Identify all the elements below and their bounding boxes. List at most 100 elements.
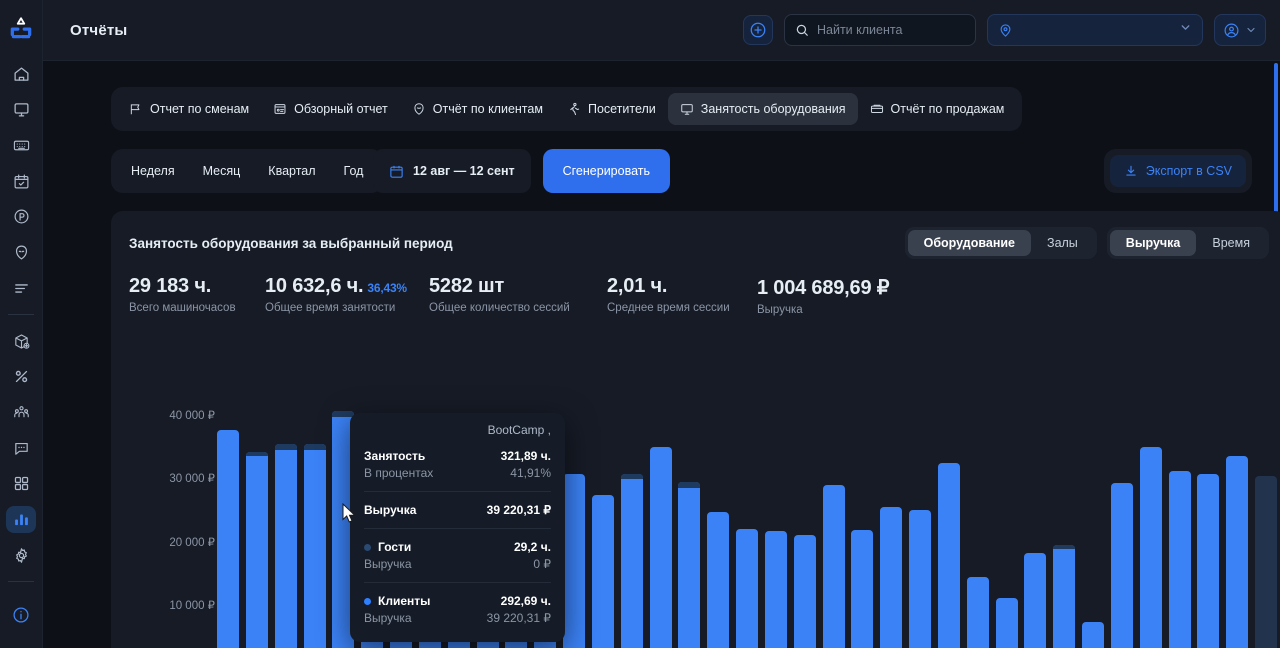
sidebar-item-discounts[interactable] — [6, 363, 36, 391]
chart-bar[interactable] — [765, 531, 787, 648]
kpi-label: Среднее время сессии — [607, 302, 730, 314]
tooltip-row-key-text: Клиенты — [378, 594, 431, 608]
tooltip-row-key: Клиенты — [364, 594, 430, 608]
chart-tooltip: , BootCamp Занятость 321,89 ч. В процентах… — [350, 413, 565, 642]
chart-bar-guest-segment — [246, 451, 268, 457]
chevron-down-icon — [1179, 21, 1192, 39]
tooltip-row: Гости 29,2 ч. — [364, 540, 551, 554]
export-csv-label: Экспорт в CSV — [1145, 164, 1232, 178]
chart-bar[interactable] — [967, 577, 989, 648]
chart-bar[interactable] — [563, 474, 585, 648]
chart-bar[interactable] — [707, 511, 729, 648]
y-tick-2: 20 000 ₽ — [169, 536, 215, 549]
tab-0[interactable]: Отчет по сменам — [117, 93, 261, 125]
sidebar-item-list[interactable] — [6, 275, 36, 303]
chart-bar[interactable] — [1024, 553, 1046, 648]
chart-bar[interactable] — [217, 429, 239, 648]
sidebar-item-keyboard[interactable] — [6, 132, 36, 160]
page-title: Отчёты — [70, 21, 128, 39]
chart-bar[interactable] — [1111, 483, 1133, 648]
add-button[interactable] — [743, 15, 773, 45]
kpi-1: 10 632,6 ч. 36,43% Общее время занятости — [265, 275, 429, 316]
overview-icon — [273, 102, 287, 116]
kpi-percent: 36,43% — [367, 281, 407, 295]
chart-bar[interactable] — [621, 474, 643, 648]
user-circle-icon — [1223, 22, 1240, 39]
kpi-3: 2,01 ч. Среднее время сессии — [607, 275, 757, 316]
kpi-label: Общее время занятости — [265, 302, 396, 314]
chart-bar[interactable] — [650, 446, 672, 648]
search-input[interactable] — [817, 23, 965, 37]
chart-bar[interactable] — [909, 509, 931, 648]
sidebar-item-monitor[interactable] — [6, 96, 36, 124]
tab-1[interactable]: Обзорный отчет — [261, 93, 400, 125]
chart-bar[interactable] — [304, 444, 326, 648]
sidebar-item-tournaments[interactable] — [6, 239, 36, 267]
toggle-tg1-0[interactable]: Оборудование — [907, 230, 1032, 256]
chart-bar[interactable] — [1226, 456, 1248, 648]
period-1[interactable]: Месяц — [189, 155, 255, 187]
tooltip-row-key-text: Занятость — [364, 449, 426, 463]
legend-dot-icon — [364, 543, 371, 551]
chart-bar[interactable] — [1197, 474, 1219, 648]
chart-bar[interactable] — [823, 485, 845, 648]
search-input-wrapper[interactable] — [784, 14, 976, 46]
sidebar-item-tariff[interactable] — [6, 203, 36, 231]
chart-bar[interactable] — [1082, 621, 1104, 648]
generate-button[interactable]: Сгенерировать — [542, 149, 670, 193]
chart-bar[interactable] — [880, 507, 902, 648]
sidebar-item-home[interactable] — [6, 60, 36, 88]
left-rail — [0, 0, 43, 648]
date-range-button[interactable]: 12 авг — 12 сент — [373, 149, 531, 193]
chart-bar[interactable] — [246, 451, 268, 648]
sales-icon — [870, 102, 884, 116]
tab-3[interactable]: Посетители — [555, 93, 668, 125]
toggle-tg2-1[interactable]: Время — [1196, 230, 1266, 256]
app-logo[interactable] — [0, 0, 43, 56]
account-menu-button[interactable] — [1214, 14, 1266, 46]
export-csv-button[interactable]: Экспорт в CSV — [1109, 155, 1246, 187]
chart-bar-guest-segment — [1053, 545, 1075, 550]
tab-2[interactable]: Отчёт по клиентам — [400, 93, 555, 125]
tab-label: Отчёт по клиентам — [432, 102, 543, 116]
rail-bottom — [6, 573, 36, 634]
kpi-0: 29 183 ч. Всего машиночасов — [129, 275, 265, 316]
tab-4[interactable]: Занятость оборудования — [667, 93, 858, 125]
tab-5[interactable]: Отчёт по продажам — [858, 93, 1017, 125]
chart-bar[interactable] — [1169, 471, 1191, 648]
chart-bar[interactable] — [1255, 476, 1277, 648]
chart-bar[interactable] — [851, 530, 873, 648]
period-2[interactable]: Квартал — [254, 155, 329, 187]
sidebar-item-inventory[interactable] — [6, 327, 36, 355]
chart-bar[interactable] — [1053, 545, 1075, 648]
toggle-tg2-0[interactable]: Выручка — [1109, 230, 1197, 256]
venue-select[interactable] — [987, 14, 1203, 46]
sidebar-item-settings[interactable] — [6, 541, 36, 569]
sidebar-item-calendar[interactable] — [6, 167, 36, 195]
tooltip-row-key-text: В процентах — [364, 466, 434, 480]
sidebar-item-clients[interactable] — [6, 399, 36, 427]
calendar-icon — [389, 164, 404, 179]
chart-bar[interactable] — [1140, 446, 1162, 648]
chart-bar[interactable] — [678, 482, 700, 648]
tooltip-row: Выручка 0 ₽ — [364, 557, 551, 571]
sidebar-item-apps[interactable] — [6, 470, 36, 498]
tooltip-divider — [364, 528, 551, 529]
chart-bar[interactable] — [938, 463, 960, 648]
y-tick-3: 30 000 ₽ — [169, 473, 215, 486]
chart-bar[interactable] — [592, 495, 614, 648]
sidebar-item-chat[interactable] — [6, 434, 36, 462]
shifts-icon — [129, 102, 143, 116]
info-circle-icon[interactable] — [6, 600, 36, 630]
toggle-group-scope: Оборудование Залы — [904, 227, 1097, 259]
chart-bar[interactable] — [275, 444, 297, 648]
legend-dot-icon — [364, 597, 371, 605]
chart-bar[interactable] — [996, 597, 1018, 648]
sidebar-item-reports[interactable] — [6, 505, 36, 534]
chart-bar[interactable] — [794, 534, 816, 648]
toggle-tg1-1[interactable]: Залы — [1031, 230, 1094, 256]
chart-bar[interactable] — [736, 529, 758, 648]
tooltip-row-key: Выручка — [364, 611, 412, 625]
period-0[interactable]: Неделя — [117, 155, 189, 187]
clients-icon — [412, 102, 426, 116]
